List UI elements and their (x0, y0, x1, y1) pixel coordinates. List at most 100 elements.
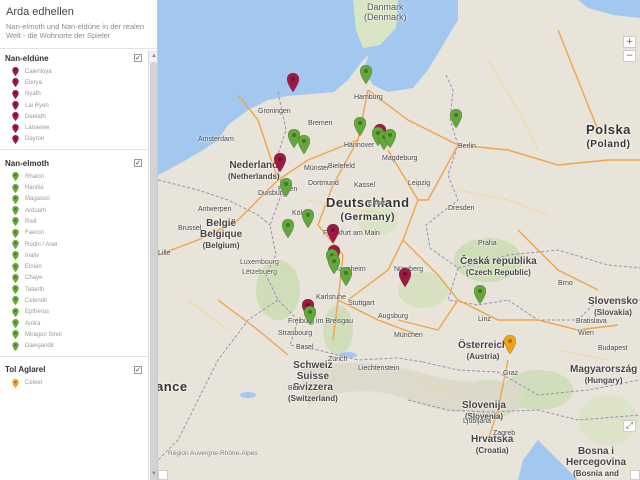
place-name: Celeel (25, 380, 43, 387)
map-pin-icon (12, 123, 25, 133)
map-pin-icon (12, 341, 25, 351)
layer-list-item[interactable]: Arduath (0, 205, 148, 216)
place-name: Faeron (25, 230, 45, 237)
country-label-netherlands: Nederland (Netherlands) (228, 160, 280, 181)
city-label: Budapest (598, 345, 628, 352)
city-label: Freiburg im Breisgau (288, 318, 353, 325)
country-label-slovakia: Slovensko (Slovakia) (588, 296, 639, 317)
scroll-up-arrow-icon[interactable]: ▲ (150, 52, 157, 60)
layer-list-item[interactable]: Lai Ryen (0, 100, 148, 111)
expand-icon[interactable]: ⤢ (623, 420, 636, 432)
map-canvas[interactable]: Deutschland (Germany) Polska (Poland) Nede… (158, 0, 640, 480)
layer-list-item[interactable]: Rivil (0, 216, 148, 227)
city-label: Wien (578, 330, 594, 337)
country-label-czech: Česká republika (Czech Republic) (460, 256, 537, 277)
city-label: Bremen (308, 120, 333, 127)
map-pin-icon (12, 183, 25, 193)
map-pin-icon (12, 194, 25, 204)
attribution-box (158, 470, 168, 480)
layer-list-item[interactable]: Deelath (0, 111, 148, 122)
map-header: Arda edhellen Nan-elmoth und Nan-eldúne … (0, 0, 157, 49)
zoom-out-button[interactable]: − (623, 50, 636, 62)
layer-list-item[interactable]: Nyath (0, 89, 148, 100)
map-description: Nan-elmoth und Nan-eldúne in der realen … (6, 22, 145, 40)
city-label: Praha (478, 240, 497, 247)
layer-list-item[interactable]: Magasori (0, 194, 148, 205)
map-pin-icon (12, 251, 25, 261)
city-label: Groningen (258, 108, 291, 115)
layer-list-item[interactable]: Celendil (0, 295, 148, 306)
region-label: Région Auvergne-Rhône-Alpes (168, 450, 258, 457)
map-pin-icon (12, 228, 25, 238)
city-label: Brno (558, 280, 573, 287)
place-name: Arduath (25, 207, 47, 214)
city-label: Hamburg (354, 94, 383, 101)
layer-header[interactable]: Tol Aglarel ✓ (0, 362, 148, 378)
city-label: Magdeburg (382, 155, 418, 162)
map-pin-icon (12, 89, 25, 99)
map-pin-icon (12, 206, 25, 216)
layer-list-item[interactable]: Celeel (0, 378, 148, 389)
country-label-bosnia: Bosna i Hercegovina (Bosnia and (566, 446, 627, 478)
layer-visibility-checkbox[interactable]: ✓ (134, 159, 142, 168)
country-label-austria: Österreich (Austria) (458, 340, 509, 361)
city-label: Augsburg (378, 313, 408, 320)
layer-list-item[interactable]: Talanth (0, 284, 148, 295)
layer-list-item[interactable]: Miragon Sinol (0, 329, 148, 340)
layer-list-item[interactable]: Rhalon (0, 171, 148, 182)
layer-list-item[interactable]: Lanaewe (0, 122, 148, 133)
place-name: Dayron (25, 136, 45, 143)
country-label-croatia: Hrvatska (Croatia) (471, 434, 514, 455)
layer-list-item[interactable]: Chaye (0, 273, 148, 284)
city-label: Ljubljana (463, 418, 492, 425)
layer-name: Tol Aglarel (5, 365, 46, 375)
scroll-thumb[interactable] (150, 62, 157, 480)
layer-list-item[interactable]: Elnian (0, 261, 148, 272)
city-label: München (394, 332, 423, 339)
map-pin-icon (12, 172, 25, 182)
layer-list-item[interactable]: Elerya (0, 77, 148, 88)
zoom-in-button[interactable]: + (623, 36, 636, 48)
place-name: Talanth (25, 286, 45, 293)
layer-list-item[interactable]: Rodin / Anel (0, 239, 148, 250)
layer-visibility-checkbox[interactable]: ✓ (134, 54, 142, 62)
layer-name: Nan-eldúne (5, 53, 49, 63)
map-pin-icon (12, 273, 25, 283)
city-label: Hannover (344, 142, 375, 149)
country-label-denmark: Danmark (Denmark) (364, 2, 407, 22)
place-name: Celendil (25, 297, 47, 304)
layer-visibility-checkbox[interactable]: ✓ (134, 365, 142, 374)
layer-list-item[interactable]: Eptheras (0, 307, 148, 318)
place-name: Rodin / Anel (25, 241, 58, 248)
layer-list-item[interactable]: Faeron (0, 228, 148, 239)
layer-list-item[interactable]: Daeigandir (0, 341, 148, 352)
layer-list: Nan-eldúne ✓ Calenloya Elerya Nyath Lai Ryen D… (0, 50, 148, 480)
map-pin-icon (12, 112, 25, 122)
city-label: Bern (288, 385, 303, 392)
city-label: Dresden (448, 205, 475, 212)
map-pin-icon (12, 134, 25, 144)
sidebar: Arda edhellen Nan-elmoth und Nan-eldúne … (0, 0, 158, 480)
layer-list-item[interactable]: Inaliv (0, 250, 148, 261)
layer-list-item[interactable]: Calenloya (0, 66, 148, 77)
layer-name: Nan-elmoth (5, 158, 49, 168)
scroll-down-arrow-icon[interactable]: ▼ (150, 470, 157, 478)
layer-list-item[interactable]: Hanilia (0, 182, 148, 193)
place-name: Deelath (25, 113, 46, 120)
map-pin-icon (12, 240, 25, 249)
scale-box (630, 470, 640, 480)
place-name: Rivil (25, 218, 37, 225)
map-pin-icon (12, 296, 25, 306)
city-label: Zürich (328, 356, 348, 363)
map-pin-icon (12, 378, 25, 388)
place-name: Miragon Sinol (25, 331, 62, 338)
layer-list-item[interactable]: Anlira (0, 318, 148, 329)
city-label: Bielefeld (328, 163, 355, 170)
city-label: Graz (503, 370, 519, 377)
map-pin-icon (12, 101, 25, 111)
layer-header[interactable]: Nan-eldúne ✓ (0, 50, 148, 66)
map-pin-icon (12, 285, 25, 295)
layer-list-item[interactable]: Dayron (0, 134, 148, 145)
layer-header[interactable]: Nan-elmoth ✓ (0, 155, 148, 171)
sidebar-scrollbar[interactable]: ▲ ▼ (148, 50, 157, 480)
